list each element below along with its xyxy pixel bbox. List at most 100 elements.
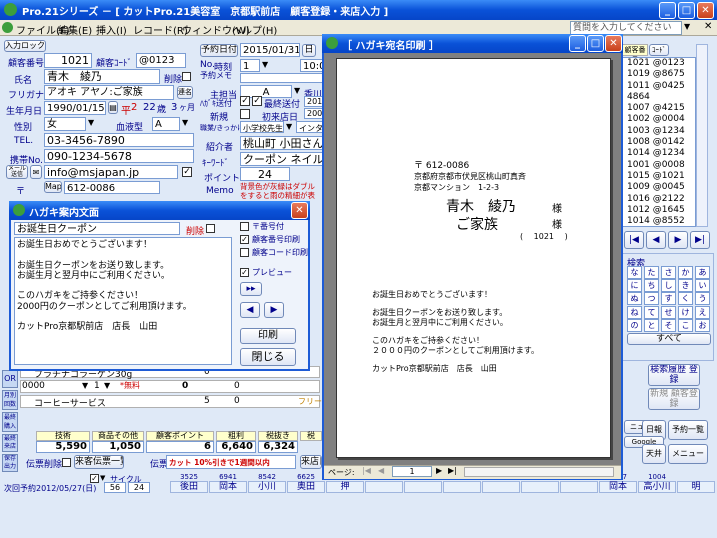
bottom-staff-cell[interactable] (521, 481, 559, 493)
visit-slip-button[interactable]: 来店日 (300, 455, 322, 469)
kana-search-button[interactable]: の (627, 318, 642, 332)
calendar-button[interactable]: ▤ (108, 101, 118, 114)
list-item[interactable]: 1001 @0008 (627, 160, 695, 171)
close-button[interactable]: ✕ (697, 2, 714, 19)
next-record-button[interactable]: ▶ (668, 231, 688, 249)
bottom-staff-cell[interactable]: 岡本 (209, 481, 247, 493)
code-row-qty[interactable]: 1 (94, 381, 100, 391)
customer-list[interactable]: 1021 @0123 1019 @8675 1011 @0425 4864 10… (622, 57, 696, 227)
code-row-dropdown-icon[interactable]: ▼ (82, 381, 88, 390)
prev-record-button[interactable]: ◀ (646, 231, 666, 249)
bottom-staff-cell[interactable]: 岡本 (599, 481, 637, 493)
mdi-close-icon[interactable]: ✕ (704, 21, 712, 32)
first-record-button[interactable]: |◀ (624, 231, 644, 249)
bottom-staff-cell[interactable]: 押 (326, 481, 364, 493)
occupation-dropdown-icon[interactable]: ▼ (286, 122, 292, 131)
service-name[interactable]: コーヒーサービス (34, 396, 106, 409)
bottom-staff-cell[interactable]: 明 (677, 481, 715, 493)
kana-search-button[interactable]: か (678, 266, 693, 279)
furigana-field[interactable]: アオキ アヤノ:ご家族 (44, 85, 174, 100)
help-dropdown-icon[interactable]: ▼ (684, 22, 690, 31)
mobile-field[interactable]: 090-1234-5678 (44, 149, 194, 163)
staff-dropdown-icon[interactable]: ▼ (294, 86, 300, 95)
preview-page-input[interactable]: 1 (392, 466, 432, 477)
print-preview-titlebar[interactable]: ［ ハガキ宛名印刷 ］ _ □ ✕ (322, 34, 623, 53)
cycle-checkbox[interactable]: ✓ (90, 474, 99, 483)
menu-record[interactable]: レコード(R) (133, 22, 188, 37)
kana-search-button[interactable]: て (644, 305, 659, 319)
menu-edit[interactable]: 編集(E) (58, 22, 92, 37)
list-item[interactable]: 4864 (627, 92, 695, 103)
blood-select[interactable]: A (152, 117, 180, 131)
side-monthly-button[interactable]: 月別 回数 (2, 390, 18, 410)
search-all-button[interactable]: すべて (627, 333, 711, 345)
side-last-visit-button[interactable]: 最終 来店 (2, 434, 18, 452)
slip-note-field[interactable]: カット 10%引きで1週間以内 (166, 455, 296, 469)
guide-zip-checkbox[interactable] (240, 222, 249, 231)
kana-search-button[interactable]: せ (661, 305, 676, 319)
kana-search-button[interactable]: た (644, 266, 659, 279)
new-customer-button[interactable]: 新規 顧客登録 (648, 388, 700, 410)
kana-search-button[interactable]: と (644, 318, 659, 332)
maximize-button[interactable]: □ (678, 2, 695, 19)
guide-close-button[interactable]: 閉じる (240, 348, 296, 366)
kana-search-button[interactable]: あ (695, 266, 710, 279)
occupation-field[interactable]: 小学校先生 (240, 121, 284, 133)
list-item[interactable]: 1015 @1021 (627, 171, 695, 182)
bottom-staff-cell[interactable] (482, 481, 520, 493)
bottom-staff-cell[interactable]: 小川 (248, 481, 286, 493)
list-item[interactable]: 1014 @8552 (627, 216, 695, 227)
blood-dropdown-icon[interactable]: ▼ (182, 118, 188, 127)
joint-name-button[interactable]: 連名 (177, 86, 193, 99)
ceiling-button[interactable]: 天井 (642, 444, 666, 464)
preview-close-button[interactable]: ✕ (605, 35, 622, 52)
side-save-button[interactable]: 保存 出力 (2, 454, 18, 472)
zip-field[interactable]: 612-0086 (64, 181, 160, 194)
bottom-staff-cell[interactable]: 奥田 (287, 481, 325, 493)
list-item[interactable]: 1019 @8675 (627, 69, 695, 80)
reservation-time-field[interactable]: 10:00 (300, 59, 324, 72)
list-item[interactable]: 1012 @1645 (627, 205, 695, 216)
minimize-button[interactable]: _ (659, 2, 676, 19)
kana-search-button[interactable]: こ (678, 318, 693, 332)
guide-custcode-checkbox[interactable] (240, 248, 249, 257)
intro-field[interactable]: 桃山町 小田さん (240, 136, 324, 150)
list-item[interactable]: 1003 @1234 (627, 126, 695, 137)
guide-preview-checkbox[interactable]: ✓ (240, 268, 249, 277)
code-row-qty-dropdown-icon[interactable]: ▼ (104, 381, 110, 390)
guide-fast-forward-button[interactable]: ▸▸ (240, 282, 262, 296)
preview-maximize-button[interactable]: □ (587, 35, 604, 52)
bottom-staff-cell[interactable] (560, 481, 598, 493)
last-record-button[interactable]: ▶| (690, 231, 710, 249)
name-field[interactable]: 青木 綾乃 (44, 69, 160, 84)
kana-search-button[interactable]: ち (644, 279, 659, 293)
mail-button[interactable]: ✉ (30, 165, 42, 179)
kana-search-button[interactable]: に (627, 279, 642, 293)
preview-last-page-icon[interactable]: ▶| (448, 466, 457, 475)
mail-field[interactable]: info@msjapan.jp (44, 165, 178, 179)
customer-no-field[interactable]: 1021 (44, 53, 92, 68)
delete-checkbox[interactable] (182, 72, 191, 81)
kana-search-button[interactable]: な (627, 266, 642, 279)
bottom-staff-cell[interactable] (404, 481, 442, 493)
reservation-day-button[interactable]: 日 (302, 44, 316, 57)
first-visit-field[interactable]: 2002 (304, 108, 324, 119)
menu-insert[interactable]: 挿入(I) (96, 22, 127, 37)
kana-search-button[interactable]: く (678, 292, 693, 306)
code-sort-button[interactable]: ｺｰﾄﾞ (649, 44, 669, 56)
search-history-button[interactable]: 検索履歴 登録 (648, 364, 700, 386)
kana-search-button[interactable]: さ (661, 266, 676, 279)
list-item[interactable]: 1008 @0142 (627, 137, 695, 148)
guide-delete-checkbox[interactable] (206, 224, 215, 233)
list-item[interactable]: 1009 @0045 (627, 182, 695, 193)
kana-search-button[interactable]: そ (661, 318, 676, 332)
reservation-memo-field[interactable] (240, 73, 324, 83)
side-last-purchase-button[interactable]: 最終 購入 (2, 412, 18, 432)
gender-dropdown-icon[interactable]: ▼ (88, 118, 94, 127)
reservation-list-button[interactable]: 予約一覧 (668, 420, 708, 440)
guide-custno-checkbox[interactable]: ✓ (240, 235, 249, 244)
input-lock-button[interactable]: 入力ロック (4, 40, 46, 52)
app-titlebar[interactable]: Pro.21シリーズ － [ カットPro.21美容室 京都駅前店 顧客登録・来… (0, 0, 717, 20)
kana-search-button[interactable]: お (695, 318, 710, 332)
cycle-a-field[interactable]: 56 (104, 482, 126, 493)
